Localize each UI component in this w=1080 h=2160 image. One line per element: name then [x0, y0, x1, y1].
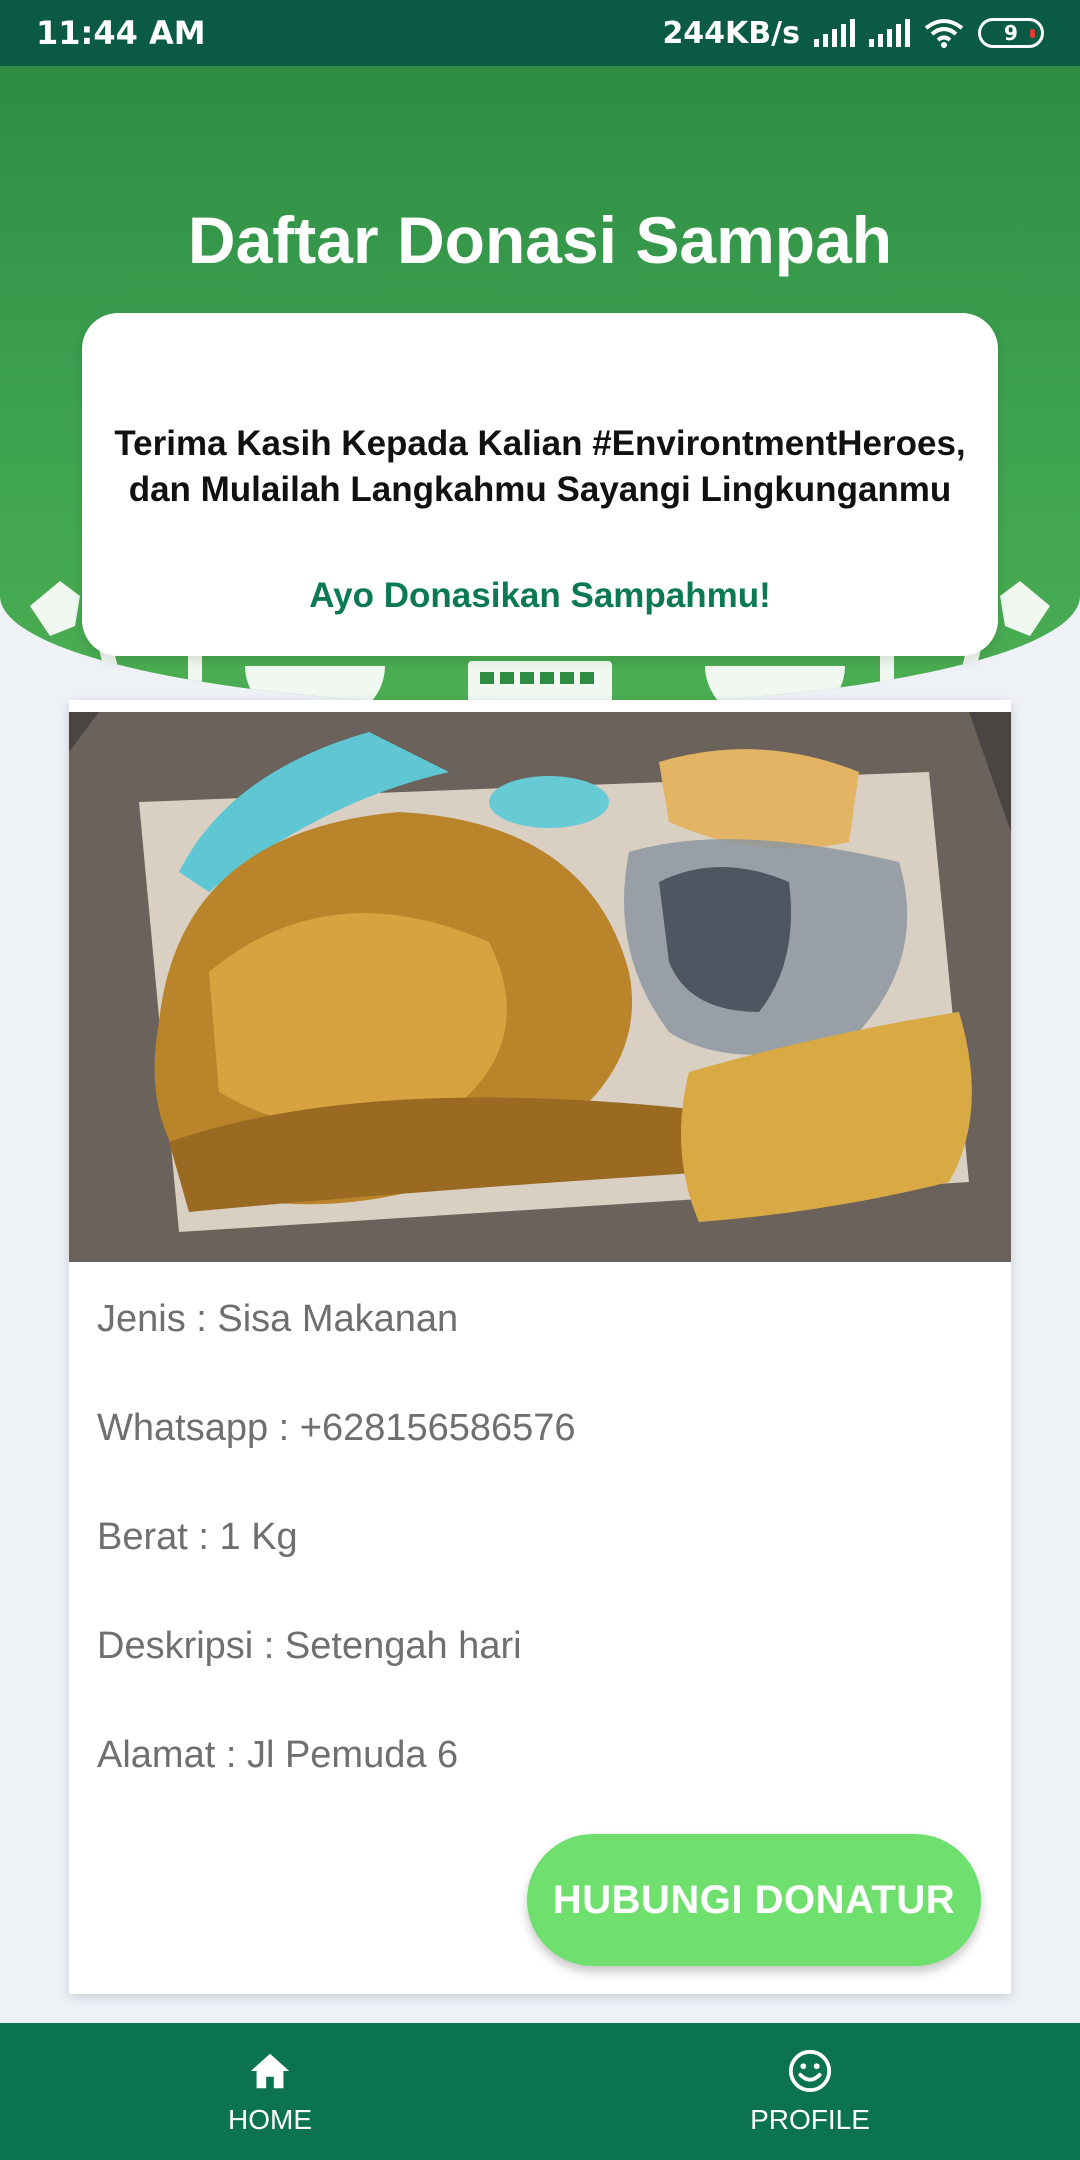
- battery-level: 9: [1004, 21, 1018, 45]
- info-card: Terima Kasih Kepada Kalian #Environtment…: [82, 313, 998, 656]
- status-indicators: 244KB/s 9: [662, 16, 1044, 51]
- donate-call-to-action: Ayo Donasikan Sampahmu!: [309, 576, 771, 615]
- contact-donor-button[interactable]: HUBUNGI DONATUR: [527, 1834, 981, 1966]
- signal-icon-2: [869, 19, 910, 47]
- bottom-navigation: HOME PROFILE: [0, 2023, 1080, 2160]
- nav-home[interactable]: HOME: [0, 2023, 540, 2160]
- network-speed: 244KB/s: [662, 15, 800, 51]
- thank-you-message: Terima Kasih Kepada Kalian #Environtment…: [114, 424, 966, 509]
- donation-card[interactable]: Jenis : Sisa Makanan Whatsapp : +6281565…: [69, 700, 1011, 1994]
- smiley-icon: [788, 2049, 832, 2092]
- waste-type: Jenis : Sisa Makanan: [97, 1298, 459, 1340]
- pickup-address: Alamat : Jl Pemuda 6: [97, 1734, 459, 1776]
- battery-icon: 9: [978, 18, 1044, 48]
- screen: 11:44 AM 244KB/s 9 Daftar Donasi Sampah …: [0, 0, 1080, 2160]
- status-time: 11:44 AM: [36, 14, 206, 52]
- nav-profile-label: PROFILE: [750, 2103, 870, 2135]
- donation-photo: [69, 712, 1011, 1262]
- signal-icon: [814, 19, 855, 47]
- status-bar: 11:44 AM 244KB/s 9: [0, 0, 1080, 66]
- page-title: Daftar Donasi Sampah: [187, 203, 893, 277]
- nav-profile[interactable]: PROFILE: [540, 2023, 1080, 2160]
- home-icon: [250, 2053, 290, 2088]
- whatsapp-number: Whatsapp : +628156586576: [97, 1407, 576, 1449]
- waste-weight: Berat : 1 Kg: [97, 1516, 298, 1558]
- waste-description: Deskripsi : Setengah hari: [97, 1625, 522, 1667]
- nav-home-label: HOME: [228, 2103, 312, 2135]
- wifi-icon: [924, 19, 964, 48]
